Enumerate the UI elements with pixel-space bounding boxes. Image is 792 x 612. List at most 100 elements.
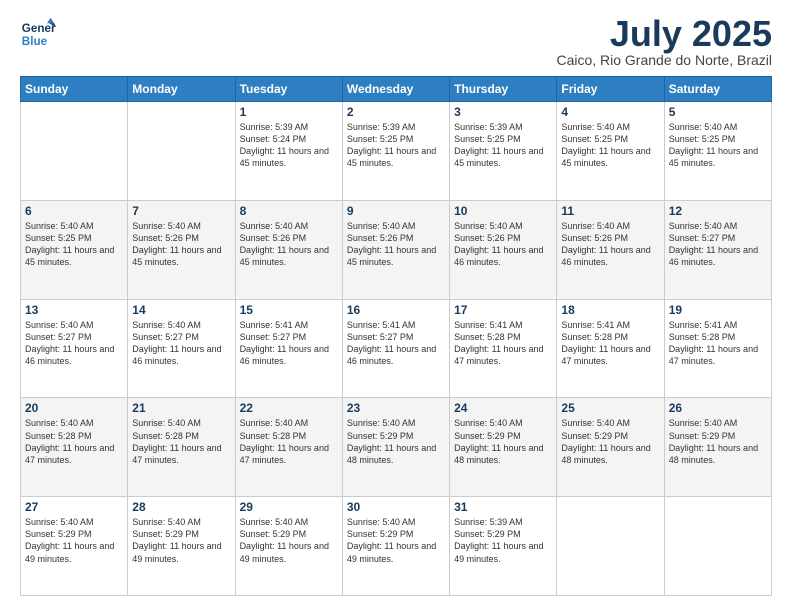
day-number: 19 xyxy=(669,303,767,317)
cell-info: Sunrise: 5:40 AM Sunset: 5:26 PM Dayligh… xyxy=(347,220,445,269)
day-number: 1 xyxy=(240,105,338,119)
cell-info: Sunrise: 5:40 AM Sunset: 5:28 PM Dayligh… xyxy=(25,417,123,466)
cell-info: Sunrise: 5:40 AM Sunset: 5:26 PM Dayligh… xyxy=(240,220,338,269)
calendar-week-row: 20 Sunrise: 5:40 AM Sunset: 5:28 PM Dayli… xyxy=(21,398,772,497)
cell-info: Sunrise: 5:40 AM Sunset: 5:29 PM Dayligh… xyxy=(347,516,445,565)
table-row: 26 Sunrise: 5:40 AM Sunset: 5:29 PM Dayli… xyxy=(664,398,771,497)
day-number: 7 xyxy=(132,204,230,218)
calendar-week-row: 13 Sunrise: 5:40 AM Sunset: 5:27 PM Dayli… xyxy=(21,299,772,398)
table-row: 6 Sunrise: 5:40 AM Sunset: 5:25 PM Daylig… xyxy=(21,200,128,299)
table-row: 24 Sunrise: 5:40 AM Sunset: 5:29 PM Dayli… xyxy=(450,398,557,497)
table-row: 20 Sunrise: 5:40 AM Sunset: 5:28 PM Dayli… xyxy=(21,398,128,497)
cell-info: Sunrise: 5:41 AM Sunset: 5:27 PM Dayligh… xyxy=(240,319,338,368)
cell-info: Sunrise: 5:40 AM Sunset: 5:28 PM Dayligh… xyxy=(132,417,230,466)
day-number: 21 xyxy=(132,401,230,415)
cell-info: Sunrise: 5:40 AM Sunset: 5:29 PM Dayligh… xyxy=(561,417,659,466)
table-row: 31 Sunrise: 5:39 AM Sunset: 5:29 PM Dayli… xyxy=(450,497,557,596)
table-row: 23Sunrise: 5:40 AM Sunset: 5:29 PM Dayli… xyxy=(342,398,449,497)
col-tuesday: Tuesday xyxy=(235,77,342,102)
cell-info: Sunrise: 5:41 AM Sunset: 5:28 PM Dayligh… xyxy=(669,319,767,368)
cell-info: Sunrise: 5:40 AM Sunset: 5:27 PM Dayligh… xyxy=(132,319,230,368)
cell-info: Sunrise: 5:40 AM Sunset: 5:29 PM Dayligh… xyxy=(454,417,552,466)
table-row: 30 Sunrise: 5:40 AM Sunset: 5:29 PM Dayli… xyxy=(342,497,449,596)
cell-info: Sunrise: 5:40 AM Sunset: 5:28 PM Dayligh… xyxy=(240,417,338,466)
cell-info: Sunrise: 5:40 AM Sunset: 5:26 PM Dayligh… xyxy=(132,220,230,269)
day-number: 17 xyxy=(454,303,552,317)
day-number: 12 xyxy=(669,204,767,218)
day-number: 10 xyxy=(454,204,552,218)
day-number: 24 xyxy=(454,401,552,415)
day-number: 13 xyxy=(25,303,123,317)
calendar-week-row: 27 Sunrise: 5:40 AM Sunset: 5:29 PM Dayli… xyxy=(21,497,772,596)
col-monday: Monday xyxy=(128,77,235,102)
cell-info: Sunrise: 5:41 AM Sunset: 5:27 PM Dayligh… xyxy=(347,319,445,368)
col-wednesday: Wednesday xyxy=(342,77,449,102)
cell-info: Sunrise: 5:40 AM Sunset: 5:29 PM Dayligh… xyxy=(347,417,445,466)
cell-info: Sunrise: 5:40 AM Sunset: 5:25 PM Dayligh… xyxy=(25,220,123,269)
day-number: 3 xyxy=(454,105,552,119)
table-row: 7 Sunrise: 5:40 AM Sunset: 5:26 PM Daylig… xyxy=(128,200,235,299)
day-number: 26 xyxy=(669,401,767,415)
cell-info: Sunrise: 5:40 AM Sunset: 5:27 PM Dayligh… xyxy=(669,220,767,269)
day-number: 30 xyxy=(347,500,445,514)
day-number: 22 xyxy=(240,401,338,415)
cell-info: Sunrise: 5:39 AM Sunset: 5:25 PM Dayligh… xyxy=(347,121,445,170)
day-number: 31 xyxy=(454,500,552,514)
table-row: 3 Sunrise: 5:39 AM Sunset: 5:25 PM Daylig… xyxy=(450,102,557,201)
day-number: 25 xyxy=(561,401,659,415)
logo: General Blue xyxy=(20,16,56,52)
day-number: 28 xyxy=(132,500,230,514)
day-number: 29 xyxy=(240,500,338,514)
day-number: 14 xyxy=(132,303,230,317)
day-number: 9 xyxy=(347,204,445,218)
table-row: 18 Sunrise: 5:41 AM Sunset: 5:28 PM Dayli… xyxy=(557,299,664,398)
table-row: 1Sunrise: 5:39 AM Sunset: 5:24 PM Daylig… xyxy=(235,102,342,201)
table-row: 29Sunrise: 5:40 AM Sunset: 5:29 PM Dayli… xyxy=(235,497,342,596)
table-row: 12 Sunrise: 5:40 AM Sunset: 5:27 PM Dayli… xyxy=(664,200,771,299)
table-row xyxy=(128,102,235,201)
table-row xyxy=(21,102,128,201)
col-thursday: Thursday xyxy=(450,77,557,102)
table-row xyxy=(664,497,771,596)
table-row: 21 Sunrise: 5:40 AM Sunset: 5:28 PM Dayli… xyxy=(128,398,235,497)
table-row: 4 Sunrise: 5:40 AM Sunset: 5:25 PM Daylig… xyxy=(557,102,664,201)
table-row: 25 Sunrise: 5:40 AM Sunset: 5:29 PM Dayli… xyxy=(557,398,664,497)
cell-info: Sunrise: 5:40 AM Sunset: 5:25 PM Dayligh… xyxy=(669,121,767,170)
cell-info: Sunrise: 5:40 AM Sunset: 5:27 PM Dayligh… xyxy=(25,319,123,368)
table-row: 15 Sunrise: 5:41 AM Sunset: 5:27 PM Dayli… xyxy=(235,299,342,398)
day-number: 18 xyxy=(561,303,659,317)
day-number: 20 xyxy=(25,401,123,415)
table-row: 9 Sunrise: 5:40 AM Sunset: 5:26 PM Daylig… xyxy=(342,200,449,299)
cell-info: Sunrise: 5:40 AM Sunset: 5:25 PM Dayligh… xyxy=(561,121,659,170)
calendar-week-row: 6 Sunrise: 5:40 AM Sunset: 5:25 PM Daylig… xyxy=(21,200,772,299)
cell-info: Sunrise: 5:40 AM Sunset: 5:29 PM Dayligh… xyxy=(669,417,767,466)
day-number: 16 xyxy=(347,303,445,317)
table-row xyxy=(557,497,664,596)
svg-text:Blue: Blue xyxy=(22,35,48,48)
header: General Blue July 2025 Caico, Rio Grande… xyxy=(20,16,772,68)
table-row: 28 Sunrise: 5:40 AM Sunset: 5:29 PM Dayli… xyxy=(128,497,235,596)
cell-info: Sunrise: 5:39 AM Sunset: 5:29 PM Dayligh… xyxy=(454,516,552,565)
table-row: 2 Sunrise: 5:39 AM Sunset: 5:25 PM Daylig… xyxy=(342,102,449,201)
table-row: 13 Sunrise: 5:40 AM Sunset: 5:27 PM Dayli… xyxy=(21,299,128,398)
cell-info: Sunrise: 5:41 AM Sunset: 5:28 PM Dayligh… xyxy=(561,319,659,368)
cell-info: Sunrise: 5:40 AM Sunset: 5:26 PM Dayligh… xyxy=(454,220,552,269)
cell-info: Sunrise: 5:40 AM Sunset: 5:26 PM Dayligh… xyxy=(561,220,659,269)
day-number: 5 xyxy=(669,105,767,119)
location-subtitle: Caico, Rio Grande do Norte, Brazil xyxy=(556,52,772,68)
title-section: July 2025 Caico, Rio Grande do Norte, Br… xyxy=(556,16,772,68)
day-number: 2 xyxy=(347,105,445,119)
logo-icon: General Blue xyxy=(20,16,56,52)
table-row: 27 Sunrise: 5:40 AM Sunset: 5:29 PM Dayli… xyxy=(21,497,128,596)
cell-info: Sunrise: 5:40 AM Sunset: 5:29 PM Dayligh… xyxy=(132,516,230,565)
day-number: 6 xyxy=(25,204,123,218)
day-number: 4 xyxy=(561,105,659,119)
table-row: 11 Sunrise: 5:40 AM Sunset: 5:26 PM Dayli… xyxy=(557,200,664,299)
table-row: 22 Sunrise: 5:40 AM Sunset: 5:28 PM Dayli… xyxy=(235,398,342,497)
cell-info: Sunrise: 5:39 AM Sunset: 5:25 PM Dayligh… xyxy=(454,121,552,170)
day-number: 27 xyxy=(25,500,123,514)
day-number: 11 xyxy=(561,204,659,218)
day-number: 15 xyxy=(240,303,338,317)
col-sunday: Sunday xyxy=(21,77,128,102)
cell-info: Sunrise: 5:40 AM Sunset: 5:29 PM Dayligh… xyxy=(25,516,123,565)
